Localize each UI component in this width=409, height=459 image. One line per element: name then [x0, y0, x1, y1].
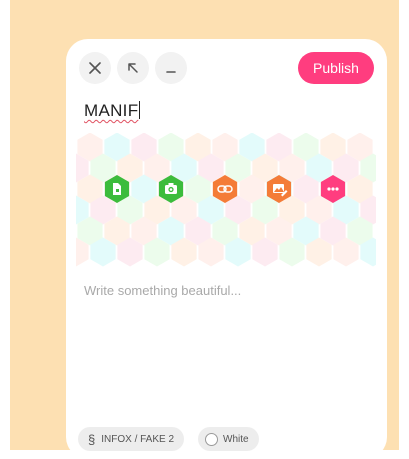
body-editor[interactable]: Write something beautiful... [84, 283, 374, 298]
publish-button[interactable]: Publish [298, 52, 374, 84]
radio-icon [205, 432, 218, 446]
expand-button[interactable] [117, 52, 149, 84]
page-margin-right [399, 0, 409, 450]
title-value: MANIF [84, 101, 139, 120]
minimize-button[interactable] [155, 52, 187, 84]
minimize-icon [166, 71, 176, 73]
theme-chip[interactable]: White [198, 427, 259, 451]
arrow-up-left-icon [128, 63, 138, 73]
file-icon [113, 183, 121, 195]
category-chip[interactable]: § INFOX / FAKE 2 [78, 427, 185, 451]
section-icon: § [88, 431, 96, 447]
media-hex-grid [76, 133, 376, 267]
more-icon [327, 187, 339, 191]
close-button[interactable] [79, 52, 111, 84]
theme-label: White [223, 433, 249, 445]
close-icon [89, 62, 101, 74]
composer-card: Publish MANIF Write something beautiful.… [66, 39, 387, 459]
category-label: INFOX / FAKE 2 [101, 433, 175, 445]
page-margin-left [0, 0, 10, 450]
text-caret [139, 101, 141, 119]
title-input[interactable]: MANIF [84, 101, 364, 125]
